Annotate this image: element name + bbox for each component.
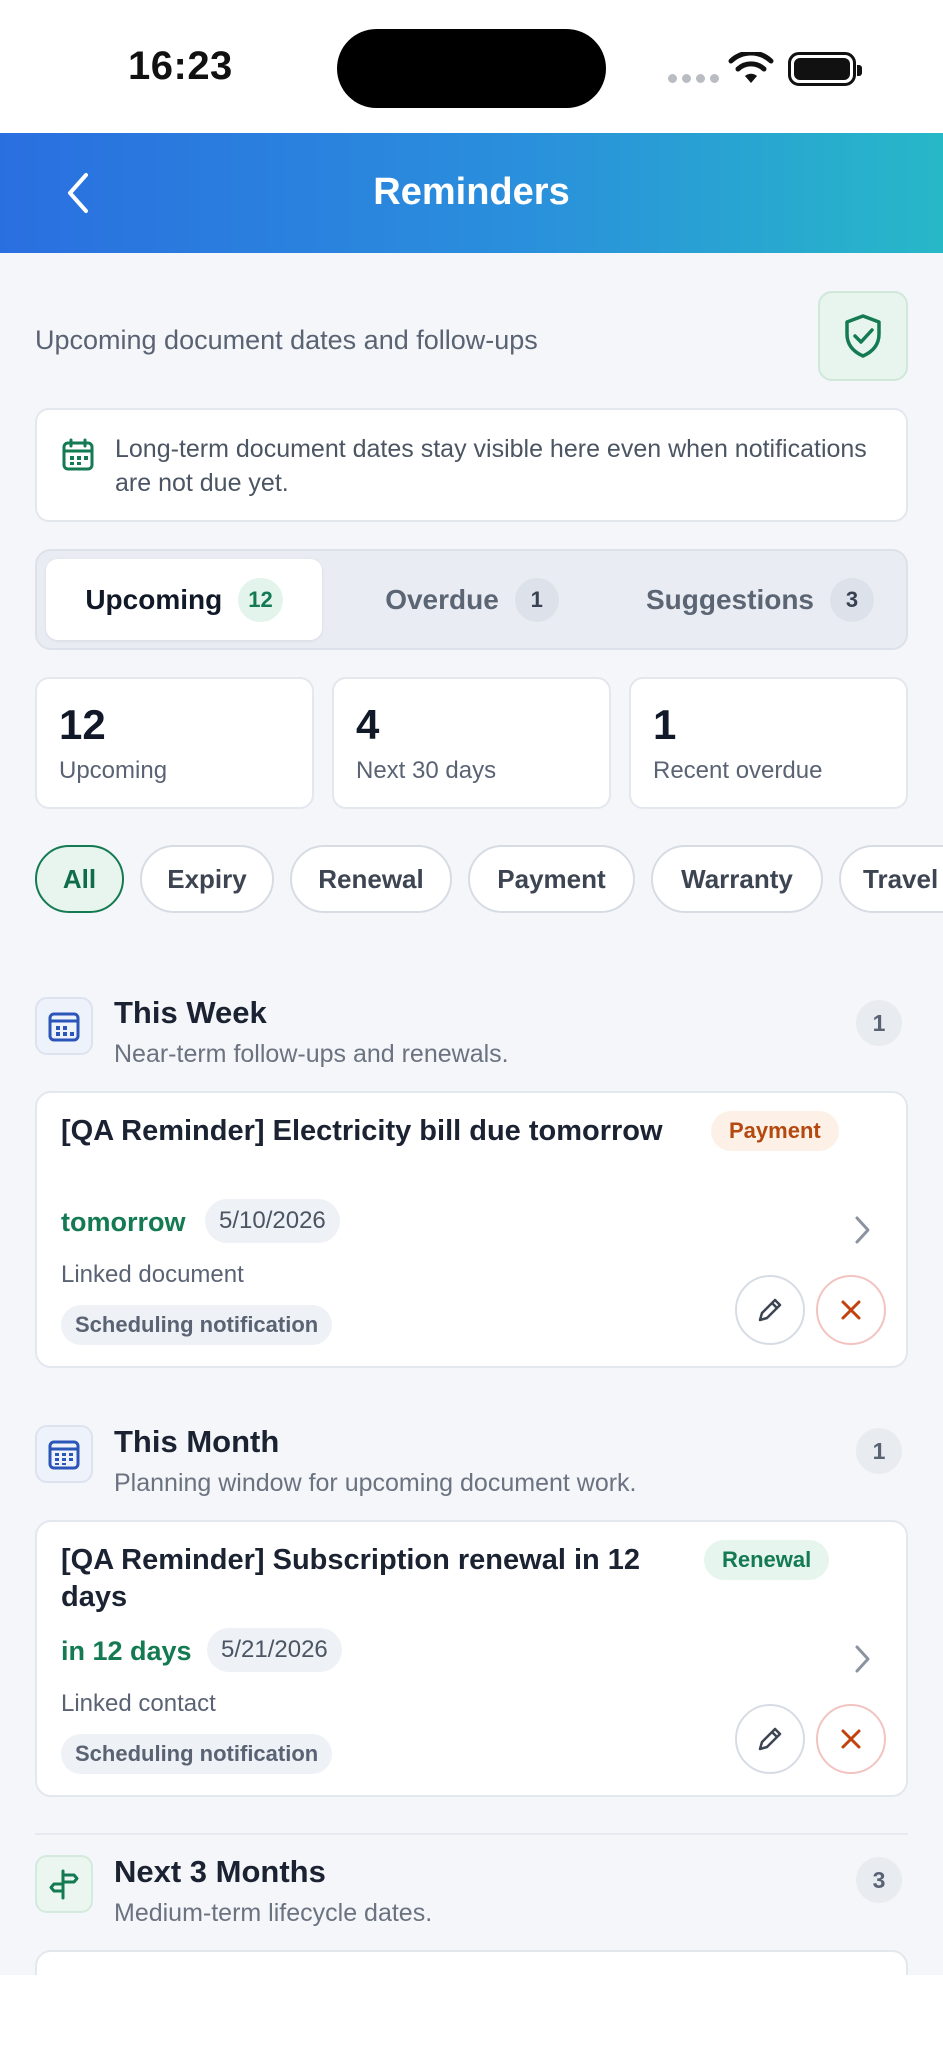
stat-label: Recent overdue (653, 757, 823, 784)
stat-value: 4 (356, 701, 380, 748)
tab-label: Suggestions (645, 583, 814, 615)
stat-label: Upcoming (59, 757, 168, 784)
filter-chip-payment[interactable]: Payment (468, 845, 635, 913)
section-description: Near-term follow-ups and renewals. (114, 1040, 509, 1068)
reminder-title: [QA Reminder] Electricity bill due tomor… (61, 1115, 663, 1147)
section-description: Planning window for upcoming document wo… (114, 1469, 637, 1497)
section-divider (35, 1833, 908, 1835)
stat-recent-overdue: 1 Recent overdue (629, 677, 908, 809)
dynamic-island (337, 29, 606, 108)
tab-label: Upcoming (85, 583, 223, 615)
info-text: Long-term document dates stay visible he… (115, 435, 867, 497)
due-relative: in 12 days (61, 1636, 192, 1666)
close-icon (841, 1729, 861, 1749)
calendar-icon (62, 438, 94, 471)
tab-overdue[interactable]: Overdue 1 (334, 559, 610, 640)
stat-upcoming: 12 Upcoming (35, 677, 314, 809)
stat-next-30-days: 4 Next 30 days (332, 677, 611, 809)
edit-button[interactable] (735, 1704, 805, 1774)
page-title: Reminders (373, 171, 570, 213)
section-count: 1 (856, 1000, 902, 1046)
section-title: This Month (114, 1424, 280, 1459)
tab-upcoming[interactable]: Upcoming 12 (46, 559, 322, 640)
stat-label: Next 30 days (356, 757, 497, 784)
edit-button[interactable] (735, 1275, 805, 1345)
signal-icon (668, 74, 719, 83)
reminder-card[interactable]: [QA Reminder] Electricity bill due tomor… (35, 1091, 908, 1368)
stat-value: 1 (653, 701, 677, 748)
battery-icon (788, 52, 862, 86)
section-description: Medium-term lifecycle dates. (114, 1899, 433, 1927)
wifi-icon (728, 52, 774, 83)
dismiss-button[interactable] (816, 1275, 886, 1345)
filter-chip-expiry[interactable]: Expiry (140, 845, 274, 913)
status-bar: 16:23 (0, 0, 943, 133)
tab-count: 1 (514, 577, 559, 622)
linked-item: Linked contact (61, 1690, 216, 1717)
filter-chip-warranty[interactable]: Warranty (651, 845, 823, 913)
shield-check-icon (845, 314, 881, 358)
linked-item: Linked document (61, 1261, 244, 1288)
info-banner: Long-term document dates stay visible he… (35, 408, 908, 522)
reminder-card[interactable]: [QA Reminder] Subscription renewal in 12… (35, 1520, 908, 1797)
due-date: 5/21/2026 (207, 1628, 342, 1672)
reminder-title: [QA Reminder] Subscription renewal in 12… (61, 1544, 641, 1613)
tab-count: 3 (830, 577, 874, 622)
page-subtitle: Upcoming document dates and follow-ups (35, 325, 538, 355)
category-tag: Payment (711, 1111, 839, 1151)
tab-count: 12 (238, 577, 283, 622)
due-relative: tomorrow (61, 1207, 186, 1237)
section-count: 3 (856, 1857, 902, 1903)
reminders-screen: 16:23 Reminders Upcoming document dates … (0, 0, 943, 2048)
section-title: Next 3 Months (114, 1854, 326, 1889)
status-time: 16:23 (128, 44, 233, 88)
tab-label: Overdue (385, 583, 499, 615)
dismiss-button[interactable] (816, 1704, 886, 1774)
chevron-right-icon (855, 1216, 870, 1244)
chevron-right-icon (855, 1645, 870, 1673)
filter-chips: All Expiry Renewal Payment Warranty Trav… (35, 845, 943, 915)
home-indicator-area (0, 1975, 943, 2048)
pencil-icon (758, 1298, 782, 1322)
app-header: Reminders (0, 133, 943, 253)
notification-status: Scheduling notification (61, 1734, 333, 1774)
section-title: This Week (114, 995, 267, 1030)
security-button[interactable] (818, 291, 908, 381)
stat-value: 12 (59, 701, 106, 748)
due-date: 5/10/2026 (205, 1199, 340, 1243)
section-count: 1 (856, 1428, 902, 1474)
tab-suggestions[interactable]: Suggestions 3 (622, 559, 898, 640)
close-icon (841, 1300, 861, 1320)
filter-chip-travel[interactable]: Travel (839, 845, 943, 913)
pencil-icon (758, 1727, 782, 1751)
notification-status: Scheduling notification (61, 1305, 333, 1345)
calendar-week-icon (35, 997, 93, 1055)
reminder-tabs: Upcoming 12 Overdue 1 Suggestions 3 (35, 549, 908, 650)
filter-chip-all[interactable]: All (35, 845, 124, 913)
filter-chip-renewal[interactable]: Renewal (290, 845, 452, 913)
calendar-month-icon (35, 1425, 93, 1483)
category-tag: Renewal (704, 1540, 830, 1580)
signpost-icon (35, 1855, 93, 1913)
